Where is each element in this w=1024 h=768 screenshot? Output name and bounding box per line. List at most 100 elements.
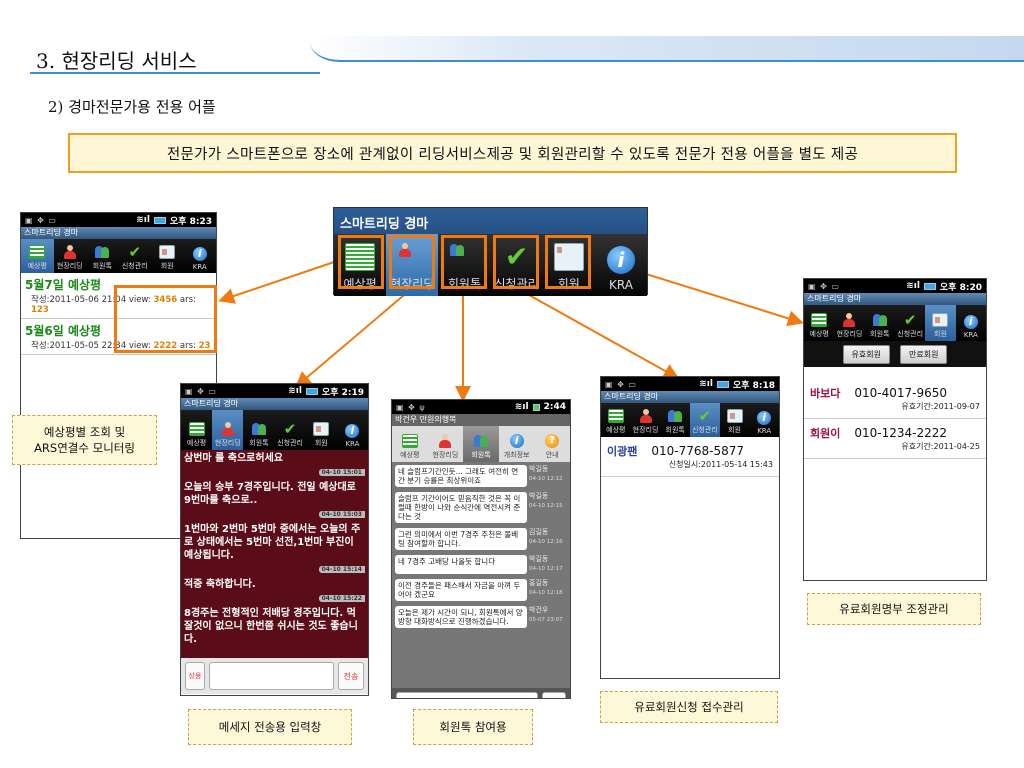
send-button[interactable]: 전송: [338, 662, 364, 690]
info-icon: i: [963, 315, 978, 329]
status-icons: ▣ ✥ ▭: [808, 281, 840, 291]
message-text: 삼번마 를 축으로허세요: [184, 453, 283, 464]
tab-kra[interactable]: i KRA: [956, 305, 986, 341]
tab-application[interactable]: ✔ 신청관리: [895, 305, 925, 341]
battery-icon: [153, 216, 166, 224]
app-title: 스마트리딩 경마: [181, 398, 368, 410]
tab-label: 회원톡: [665, 426, 685, 434]
phone-application-manage: ▣ ✥ ▭ ≋ıl 오후 8:18 스마트리딩 경마 예상평 현장리딩 회원톡 ✔ 신…: [600, 376, 780, 679]
message-text: 1번마와 2번마 5번마 중에서는 오늘의 주로 상태에서는 5번마 선전,1번…: [184, 524, 361, 561]
talk-area: 네 슬럼프기간인듯... 그래도 여전히 연간 분기 승률은 최상위이죠 박길동 0…: [392, 462, 570, 688]
talk-item: 그런 의미에서 이번 7경주 추천은 몰베팅 참여할까 합니다. 김길동 04-10…: [395, 528, 567, 550]
tab-label: KRA: [608, 278, 633, 292]
caption-application: 유료회원신청 접수관리: [600, 691, 778, 723]
valid-members-button[interactable]: 유효회원: [842, 344, 890, 364]
tab-application[interactable]: ✔ 신청관리: [690, 403, 720, 437]
tab-forecast[interactable]: 예상평: [181, 410, 212, 450]
tab-label: KRA: [757, 427, 772, 435]
talk-author: 박길동 04-10 12:15: [529, 492, 567, 523]
header-band: [310, 36, 1024, 62]
document-list-icon: [188, 422, 205, 436]
tab-label: 회원톡: [870, 330, 890, 338]
tab-live-reading[interactable]: 현장리딩: [631, 403, 661, 437]
caption-forecast: 예상평별 조회 및 ARS연결수 모니터링: [12, 415, 157, 465]
send-button[interactable]: 전송: [542, 692, 566, 698]
tab-kra[interactable]: i KRA: [595, 234, 647, 296]
phone-member-list: ▣ ✥ ▭ ≋ıl 오후 8:20 스마트리딩 경마 예상평 현장리딩 회원톡 ✔ 신…: [803, 278, 987, 581]
message-input-bar: 상용 전송: [181, 658, 368, 694]
tab-bar: 예상평 현장리딩 회원톡 i 개최정보 ? 안내: [392, 426, 570, 462]
tab-forecast[interactable]: 예상평: [601, 403, 631, 437]
summary-box: 전문가가 스마트폰으로 장소에 관계없이 리딩서비스제공 및 회원관리할 수 있…: [68, 133, 957, 173]
tab-live-reading[interactable]: 현장리딩: [212, 410, 244, 450]
tab-member-talk[interactable]: 회원톡: [463, 426, 499, 462]
highlight-box: [493, 235, 539, 289]
chat-area: 삼번마 를 축으로허세요 04-10 15:01 오늘의 승부 7경주입니다. 전…: [181, 450, 368, 658]
tab-member[interactable]: 회원: [151, 239, 184, 273]
list-item[interactable]: 바보다 010-4017-9650 유효기간:2011-09-07: [804, 379, 986, 419]
tab-live-reading[interactable]: 현장리딩: [834, 305, 864, 341]
talk-item: 오늘은 제가 시간이 되니, 회원톡에서 양방향 대화방식으로 진행하겠습니다.…: [395, 606, 567, 628]
tab-forecast[interactable]: 예상평: [21, 239, 54, 273]
person-icon: [841, 313, 857, 327]
tab-member[interactable]: 회원: [306, 410, 337, 450]
tab-member-talk[interactable]: 회원톡: [243, 410, 274, 450]
tab-member-talk[interactable]: 회원톡: [660, 403, 690, 437]
group-icon: [94, 245, 110, 259]
highlight-box: [114, 285, 217, 353]
clock: 오후 8:20: [939, 282, 982, 293]
message-text: 적중 축하합니다.: [184, 579, 256, 590]
app-title: 스마트리딩 경마: [601, 391, 779, 403]
tab-application[interactable]: ✔ 신청관리: [119, 239, 152, 273]
talk-time: 04-10 12:15: [529, 503, 563, 509]
message-time: 04-10 15:14: [318, 566, 365, 573]
tab-member-talk[interactable]: 회원톡: [86, 239, 119, 273]
talk-input[interactable]: [396, 692, 538, 698]
tab-live-reading[interactable]: 현장리딩: [54, 239, 87, 273]
talk-bubble: 슬럼프 기간이어도 믿음직한 것은 꼭 이럴때 한방이 나와 순식간에 역전시켜…: [395, 492, 527, 523]
talk-item: 네 7경주 고배당 나올듯 합니다 박길동 04-10 12:17: [395, 555, 567, 574]
checkmark-icon: ✔: [903, 311, 917, 329]
tab-label: 신청관리: [691, 426, 718, 434]
tab-application[interactable]: ✔ 신청관리: [275, 410, 306, 450]
preset-button[interactable]: 상용: [185, 662, 205, 690]
message-input[interactable]: [209, 662, 334, 690]
tab-label: 안내: [545, 451, 559, 459]
chat-message: 삼번마 를 축으로허세요 04-10 15:01: [181, 450, 368, 479]
tab-label: 예상평: [606, 426, 626, 434]
tab-member[interactable]: 회원: [925, 305, 956, 341]
tab-kra[interactable]: i KRA: [749, 403, 779, 437]
tab-label: 예상평: [400, 451, 420, 459]
tab-label: 신청관리: [121, 262, 148, 270]
tab-forecast[interactable]: 예상평: [804, 305, 834, 341]
talk-bubble: 그런 의미에서 이번 7경주 추천은 몰베팅 참여할까 합니다.: [395, 528, 527, 550]
id-card-icon: [313, 422, 330, 436]
tab-event-info[interactable]: i 개최정보: [499, 426, 535, 462]
tab-guide[interactable]: ? 안내: [534, 426, 570, 462]
app-title: 스마트리딩 경마: [21, 227, 216, 239]
id-card-icon: [726, 409, 743, 423]
author-name: 박길동: [529, 465, 549, 473]
tab-kra[interactable]: i KRA: [337, 410, 368, 450]
person-icon: [220, 422, 236, 436]
chat-message: 오늘의 승부 7경주입니다. 전일 예상대로 9번마를 축으로.. 04-10 1…: [181, 479, 368, 521]
id-card-icon: [159, 245, 176, 259]
message-text: 8경주는 전형적인 저배당 경주입니다. 먹잘것이 없으니 한번쯤 쉬시는 것도…: [184, 608, 358, 645]
list-item[interactable]: 이광팬 010-7768-5877 신청일시:2011-05-14 15:43: [601, 437, 779, 477]
expired-members-button[interactable]: 만료회원: [900, 344, 948, 364]
tab-kra[interactable]: i KRA: [184, 239, 217, 273]
tab-forecast[interactable]: 예상평: [392, 426, 428, 462]
tab-member[interactable]: 회원: [720, 403, 750, 437]
tab-live-reading[interactable]: 현장리딩: [428, 426, 464, 462]
tab-label: 회원: [934, 330, 947, 338]
tab-label: 예상평: [186, 439, 207, 447]
info-icon: i: [606, 246, 635, 274]
tab-bar: 예상평 현장리딩 회원톡 ✔ 신청관리 회원 i KRA: [181, 410, 368, 450]
list-item[interactable]: 회원이 010-1234-2222 유효기간:2011-04-25: [804, 419, 986, 459]
status-bar: ▣ ✥ ▭ ≋ıl 오후 8:18: [601, 377, 779, 391]
ars-count: 123: [31, 305, 49, 315]
tab-label: 회원: [160, 262, 174, 270]
tab-label: 회원톡: [249, 439, 269, 447]
tab-member-talk[interactable]: 회원톡: [865, 305, 895, 341]
